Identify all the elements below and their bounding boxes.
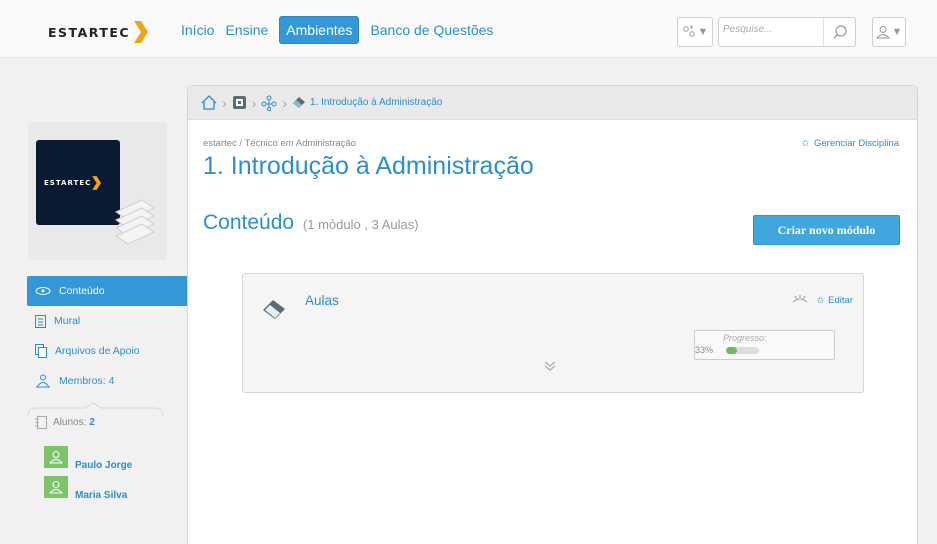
sidebar-item-label: Arquivos de Apoio (55, 345, 140, 357)
user-icon (875, 26, 890, 39)
chevron-right-icon: › (282, 94, 288, 111)
sidebar-item-label: Membros: 4 (59, 375, 115, 387)
chevron-logo-icon (92, 176, 102, 190)
section-count: (1 módulo , 3 Aulas) (302, 217, 419, 232)
module-card: Aulas ✩ Editar Progresso: 33% (242, 273, 864, 393)
avatar (44, 476, 68, 498)
sidebar-item-membros[interactable]: Membros: 4 (27, 366, 187, 396)
dropdown-arrow-icon: ▼ (697, 26, 709, 38)
breadcrumb-current: 1. Introdução à Administração (310, 97, 443, 108)
page-title: 1. Introdução à Administração (203, 152, 534, 180)
manage-discipline-link[interactable]: ✩ Gerenciar Disciplina (801, 138, 899, 149)
students-label: Alunos: (53, 417, 87, 428)
eraser-icon (293, 97, 306, 108)
module-actions: ✩ Editar (792, 294, 853, 306)
students-header: Alunos: 2 (35, 416, 95, 429)
course-thumbnail: ESTARTEC (28, 122, 167, 260)
user-icon (49, 451, 63, 464)
nav-ensine[interactable]: Ensine (225, 19, 268, 41)
visibility-icon[interactable] (792, 294, 808, 306)
user-menu-button[interactable]: ▼ (872, 17, 906, 47)
path-org[interactable]: estartec (203, 138, 237, 149)
document-icon (35, 314, 46, 328)
module-name[interactable]: Aulas (305, 293, 339, 308)
course-path: estartec / Técnico em Administração (203, 138, 356, 149)
expand-chevron-icon[interactable] (543, 360, 557, 372)
user-icon (49, 481, 63, 494)
students-count: 2 (89, 417, 95, 428)
chevron-logo-icon (134, 21, 149, 43)
cube-icon[interactable] (232, 95, 247, 110)
manage-label: Gerenciar Disciplina (813, 138, 899, 149)
files-icon (35, 344, 47, 358)
home-icon[interactable] (201, 95, 217, 110)
top-bar: ESTARTEC Início Ensine Ambientes Banco d… (0, 0, 937, 58)
path-separator: / (236, 138, 245, 149)
users-switch-icon (682, 25, 695, 37)
nav-banco-de-questoes[interactable]: Banco de Questões (370, 19, 493, 41)
chevron-right-icon: › (222, 94, 227, 111)
search-input[interactable] (723, 24, 813, 35)
dropdown-arrow-icon: ▼ (891, 26, 903, 38)
student-item[interactable]: Maria Silva (44, 476, 127, 501)
notebook-icon (35, 416, 47, 429)
brand-logo[interactable]: ESTARTEC (48, 21, 149, 43)
section-title: Conteúdo (1 módulo , 3 Aulas) (203, 211, 419, 235)
progress-box: Progresso: 33% (694, 330, 835, 360)
chevron-right-icon: › (251, 94, 257, 111)
sidebar-item-mural[interactable]: Mural (27, 306, 187, 336)
book-stack-icon (114, 199, 156, 245)
progress-percent: 33% (695, 345, 714, 355)
nav-inicio[interactable]: Início (181, 19, 214, 41)
breadcrumb: › › › 1. Introdução à Administração (188, 86, 917, 120)
group-icon (36, 374, 50, 388)
progress-bar (726, 347, 759, 354)
course-image: ESTARTEC (36, 140, 120, 225)
sidebar-item-label: Conteúdo (59, 285, 105, 297)
eraser-icon (263, 300, 285, 319)
main-nav: Início Ensine Ambientes Banco de Questõe… (181, 16, 504, 44)
progress-label: Progresso: (723, 333, 767, 343)
student-item[interactable]: Paulo Jorge (44, 446, 132, 471)
brand-name: ESTARTEC (48, 24, 131, 40)
main-panel: › › › 1. Introdução à Administração esta… (187, 85, 918, 544)
search-button[interactable] (823, 18, 855, 46)
sidebar-item-arquivos-de-apoio[interactable]: Arquivos de Apoio (27, 336, 187, 366)
star-icon: ✩ (801, 138, 809, 148)
network-icon[interactable] (261, 95, 277, 111)
thumb-logo: ESTARTEC (44, 176, 102, 190)
thumb-logo-text: ESTARTEC (44, 179, 92, 187)
nav-ambientes[interactable]: Ambientes (279, 16, 360, 44)
student-name[interactable]: Maria Silva (75, 490, 127, 501)
path-course[interactable]: Técnico em Administração (245, 138, 356, 149)
search-icon (833, 25, 847, 39)
sidebar-menu: Conteúdo Mural Arquivos de Apoio Membros… (27, 276, 187, 396)
star-icon: ✩ (816, 294, 825, 305)
avatar (44, 446, 68, 468)
progress-fill (726, 347, 737, 354)
create-module-button[interactable]: Criar novo módulo (753, 215, 900, 245)
edit-link[interactable]: Editar (828, 295, 853, 306)
sidebar-item-conteudo[interactable]: Conteúdo (27, 276, 187, 306)
search-box (718, 17, 856, 47)
student-name[interactable]: Paulo Jorge (75, 460, 132, 471)
users-menu-button[interactable]: ▼ (677, 17, 713, 47)
eye-icon (35, 287, 51, 295)
sidebar-item-label: Mural (54, 315, 81, 327)
section-heading: Conteúdo (203, 211, 295, 234)
